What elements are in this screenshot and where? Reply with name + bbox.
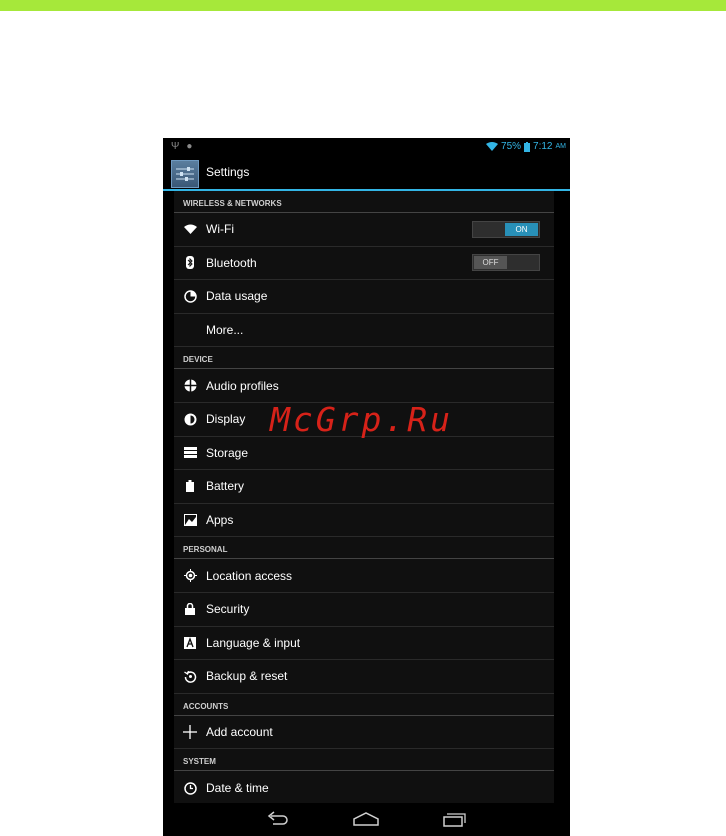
settings-item-label: Language & input (206, 635, 301, 650)
settings-item-label: Data usage (206, 289, 268, 304)
location-icon (183, 569, 197, 583)
settings-item-label: Wi-Fi (206, 222, 234, 237)
tablet-screen: Ψ ● 75% 7:12 AM Settings WIRELESS & NETW… (163, 138, 570, 836)
section-header-personal: PERSONAL (174, 537, 554, 560)
navigation-bar (163, 803, 570, 836)
settings-item-label: More... (206, 323, 244, 338)
section-header-accounts: ACCOUNTS (174, 694, 554, 716)
audio-profiles-icon (183, 379, 197, 393)
settings-list[interactable]: WIRELESS & NETWORKS Wi-Fi ON Bluetooth O… (174, 191, 554, 803)
settings-item-label: Location access (206, 568, 293, 583)
settings-item-storage[interactable]: Storage (174, 437, 554, 471)
settings-item-more[interactable]: More... (174, 314, 554, 348)
battery-status-icon (524, 141, 531, 152)
clock-time: 7:12 (533, 141, 553, 152)
back-icon[interactable] (263, 809, 293, 829)
lock-icon (183, 602, 197, 616)
recent-apps-icon[interactable] (439, 809, 469, 829)
settings-item-label: Display (206, 412, 246, 427)
bluetooth-icon (183, 256, 197, 270)
settings-item-bluetooth[interactable]: Bluetooth OFF (174, 247, 554, 281)
settings-item-date-time[interactable]: Date & time (174, 771, 554, 803)
settings-item-data-usage[interactable]: Data usage (174, 280, 554, 314)
settings-item-label: Audio profiles (206, 378, 279, 393)
settings-item-location-access[interactable]: Location access (174, 559, 554, 593)
settings-item-label: Battery (206, 479, 245, 494)
settings-item-label: Security (206, 602, 250, 617)
backup-icon (183, 669, 197, 683)
settings-item-label: Bluetooth (206, 255, 257, 270)
top-accent-bar (0, 0, 726, 11)
bluetooth-toggle[interactable]: OFF (472, 254, 540, 272)
settings-item-label: Apps (206, 513, 234, 528)
toggle-state: OFF (474, 256, 507, 270)
clock-ampm: AM (555, 143, 567, 150)
settings-item-label: Storage (206, 445, 249, 460)
settings-item-label: Backup & reset (206, 669, 288, 684)
language-icon (183, 636, 197, 650)
toggle-state: ON (505, 222, 538, 236)
settings-item-add-account[interactable]: Add account (174, 716, 554, 750)
action-bar: Settings (163, 156, 570, 191)
display-icon (183, 412, 197, 426)
battery-percent: 75% (501, 141, 522, 152)
settings-item-audio-profiles[interactable]: Audio profiles (174, 369, 554, 403)
settings-item-label: Add account (206, 725, 273, 740)
wifi-icon (183, 222, 197, 236)
clock-icon (183, 781, 197, 795)
settings-item-language-input[interactable]: Language & input (174, 627, 554, 661)
usb-icon: Ψ (171, 141, 180, 152)
section-header-wireless: WIRELESS & NETWORKS (174, 191, 554, 213)
wifi-toggle[interactable]: ON (472, 220, 540, 238)
settings-item-battery[interactable]: Battery (174, 470, 554, 504)
settings-item-wifi[interactable]: Wi-Fi ON (174, 213, 554, 247)
watermark: McGrp.Ru (270, 400, 453, 439)
status-bar: Ψ ● 75% 7:12 AM (163, 138, 570, 155)
data-usage-icon (183, 289, 197, 303)
settings-item-apps[interactable]: Apps (174, 504, 554, 538)
apps-icon (183, 513, 197, 527)
section-header-device: DEVICE (174, 347, 554, 370)
wifi-signal-icon (486, 142, 499, 151)
battery-icon (183, 479, 197, 493)
android-icon: ● (186, 141, 193, 152)
settings-app-icon[interactable] (171, 160, 199, 188)
plus-icon (183, 725, 197, 740)
settings-item-security[interactable]: Security (174, 593, 554, 627)
page-title: Settings (206, 165, 250, 179)
home-icon[interactable] (351, 809, 381, 829)
storage-icon (183, 446, 197, 460)
settings-item-backup-reset[interactable]: Backup & reset (174, 660, 554, 694)
section-header-system: SYSTEM (174, 749, 554, 772)
settings-item-label: Date & time (206, 781, 269, 796)
